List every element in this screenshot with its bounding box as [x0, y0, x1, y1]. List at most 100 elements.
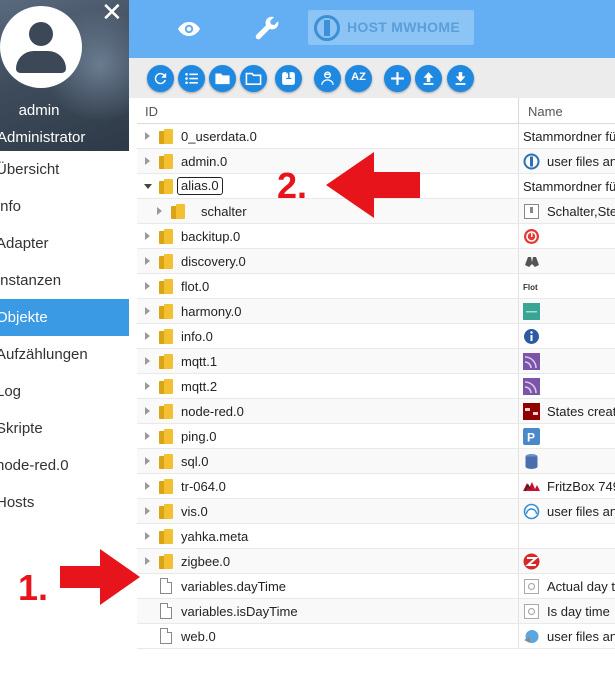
table-row[interactable]: ping.0 P [137, 424, 615, 449]
table-row[interactable]: discovery.0 [137, 249, 615, 274]
row-id[interactable]: info.0 [181, 329, 213, 344]
row-name: user files an [547, 629, 615, 644]
row-id[interactable]: mqtt.2 [181, 379, 217, 394]
table-row[interactable]: web.0 user files an [137, 624, 615, 649]
avm-icon [523, 482, 540, 492]
table-row[interactable]: sql.0 [137, 449, 615, 474]
close-icon[interactable]: ✕ [101, 0, 123, 25]
table-row[interactable]: harmony.0 [137, 299, 615, 324]
expand-level-button[interactable]: 1 [275, 65, 302, 92]
file-icon [160, 603, 172, 619]
row-id[interactable]: variables.dayTime [181, 579, 286, 594]
row-id[interactable]: web.0 [181, 629, 216, 644]
eye-icon[interactable] [177, 17, 201, 41]
row-id[interactable]: mqtt.1 [181, 354, 217, 369]
row-id[interactable]: discovery.0 [181, 254, 246, 269]
harmony-icon [523, 303, 540, 320]
row-id[interactable]: schalter [201, 204, 247, 219]
row-id[interactable]: alias.0 [177, 177, 223, 195]
column-separator[interactable] [518, 98, 519, 123]
row-id[interactable]: sql.0 [181, 454, 208, 469]
row-id[interactable]: tr-064.0 [181, 479, 226, 494]
list-view-button[interactable] [178, 65, 205, 92]
row-id[interactable]: vis.0 [181, 504, 208, 519]
backitup-icon [524, 229, 539, 244]
annotation-number-one: 1. [18, 567, 49, 608]
host-button[interactable]: HOST MWHOME [308, 10, 474, 45]
host-label: HOST MWHOME [347, 19, 460, 35]
row-id[interactable]: ping.0 [181, 429, 216, 444]
row-id[interactable]: zigbee.0 [181, 554, 230, 569]
column-header-name[interactable]: Name [528, 104, 563, 119]
sidebar-item-node-red[interactable]: node-red.0 [0, 447, 129, 484]
table-row[interactable]: mqtt.1 [137, 349, 615, 374]
sidebar-item-instances[interactable]: Instanzen [0, 262, 129, 299]
expand-arrow-icon[interactable] [145, 307, 150, 315]
table-row[interactable]: backitup.0 [137, 224, 615, 249]
table-row[interactable]: yahka.meta [137, 524, 615, 549]
sidebar-item-info[interactable]: Info [0, 188, 129, 225]
mqtt-icon [523, 378, 540, 395]
avatar[interactable] [0, 6, 82, 88]
table-row[interactable]: mqtt.2 [137, 374, 615, 399]
expert-mode-button[interactable] [314, 65, 341, 92]
collapse-all-button[interactable] [209, 65, 236, 92]
expand-arrow-icon[interactable] [145, 557, 150, 565]
row-id[interactable]: admin.0 [181, 154, 227, 169]
sidebar-item-overview[interactable]: Übersicht [0, 151, 129, 188]
folder-icon [159, 429, 173, 444]
expand-arrow-icon[interactable] [145, 357, 150, 365]
expand-arrow-icon[interactable] [145, 457, 150, 465]
expand-arrow-icon[interactable] [145, 132, 150, 140]
expand-arrow-icon[interactable] [145, 257, 150, 265]
sidebar-item-hosts[interactable]: Hosts [0, 484, 129, 521]
collapse-arrow-icon[interactable] [144, 184, 152, 189]
sidebar-item-adapter[interactable]: Adapter [0, 225, 129, 262]
sidebar-item-enums[interactable]: Aufzählungen [0, 336, 129, 373]
expand-arrow-icon[interactable] [145, 432, 150, 440]
expand-arrow-icon[interactable] [145, 482, 150, 490]
expand-arrow-icon[interactable] [145, 532, 150, 540]
table-row[interactable]: flot.0 Flot [137, 274, 615, 299]
expert-icon [321, 71, 334, 85]
table-row[interactable]: vis.0 user files an [137, 499, 615, 524]
table-row[interactable]: node-red.0 States create [137, 399, 615, 424]
table-row[interactable]: zigbee.0 [137, 549, 615, 574]
expand-arrow-icon[interactable] [145, 157, 150, 165]
sidebar-item-scripts[interactable]: Skripte [0, 410, 129, 447]
sort-button[interactable]: AZ [345, 65, 372, 92]
table-row[interactable]: tr-064.0 FritzBox 749 [137, 474, 615, 499]
row-id[interactable]: variables.isDayTime [181, 604, 298, 619]
sidebar-item-objects[interactable]: Objekte [0, 299, 129, 336]
download-button[interactable] [447, 65, 474, 92]
row-id[interactable]: backitup.0 [181, 229, 240, 244]
expand-arrow-icon[interactable] [145, 407, 150, 415]
row-id[interactable]: yahka.meta [181, 529, 248, 544]
expand-arrow-icon[interactable] [145, 232, 150, 240]
column-header-id[interactable]: ID [145, 104, 158, 119]
add-object-button[interactable] [384, 65, 411, 92]
expand-arrow-icon[interactable] [157, 207, 162, 215]
table-row[interactable]: variables.isDayTime Is day time [137, 599, 615, 624]
row-name: States create [547, 404, 615, 419]
folder-icon [171, 204, 185, 219]
row-id[interactable]: harmony.0 [181, 304, 241, 319]
expand-arrow-icon[interactable] [145, 382, 150, 390]
wrench-icon[interactable] [253, 14, 281, 42]
table-row[interactable]: 0_userdata.0 Stammordner fü [137, 124, 615, 149]
row-name: FritzBox 749 [547, 479, 615, 494]
refresh-button[interactable] [147, 65, 174, 92]
table-row[interactable]: variables.dayTime Actual day t [137, 574, 615, 599]
iobroker-logo-icon [314, 15, 340, 41]
row-id[interactable]: flot.0 [181, 279, 209, 294]
expand-arrow-icon[interactable] [145, 282, 150, 290]
sidebar-item-log[interactable]: Log [0, 373, 129, 410]
expand-arrow-icon[interactable] [145, 332, 150, 340]
expand-all-button[interactable] [240, 65, 267, 92]
upload-button[interactable] [415, 65, 442, 92]
expand-arrow-icon[interactable] [145, 507, 150, 515]
row-id[interactable]: 0_userdata.0 [181, 129, 257, 144]
row-id[interactable]: node-red.0 [181, 404, 244, 419]
row-column-separator [518, 274, 519, 298]
table-row[interactable]: info.0 [137, 324, 615, 349]
